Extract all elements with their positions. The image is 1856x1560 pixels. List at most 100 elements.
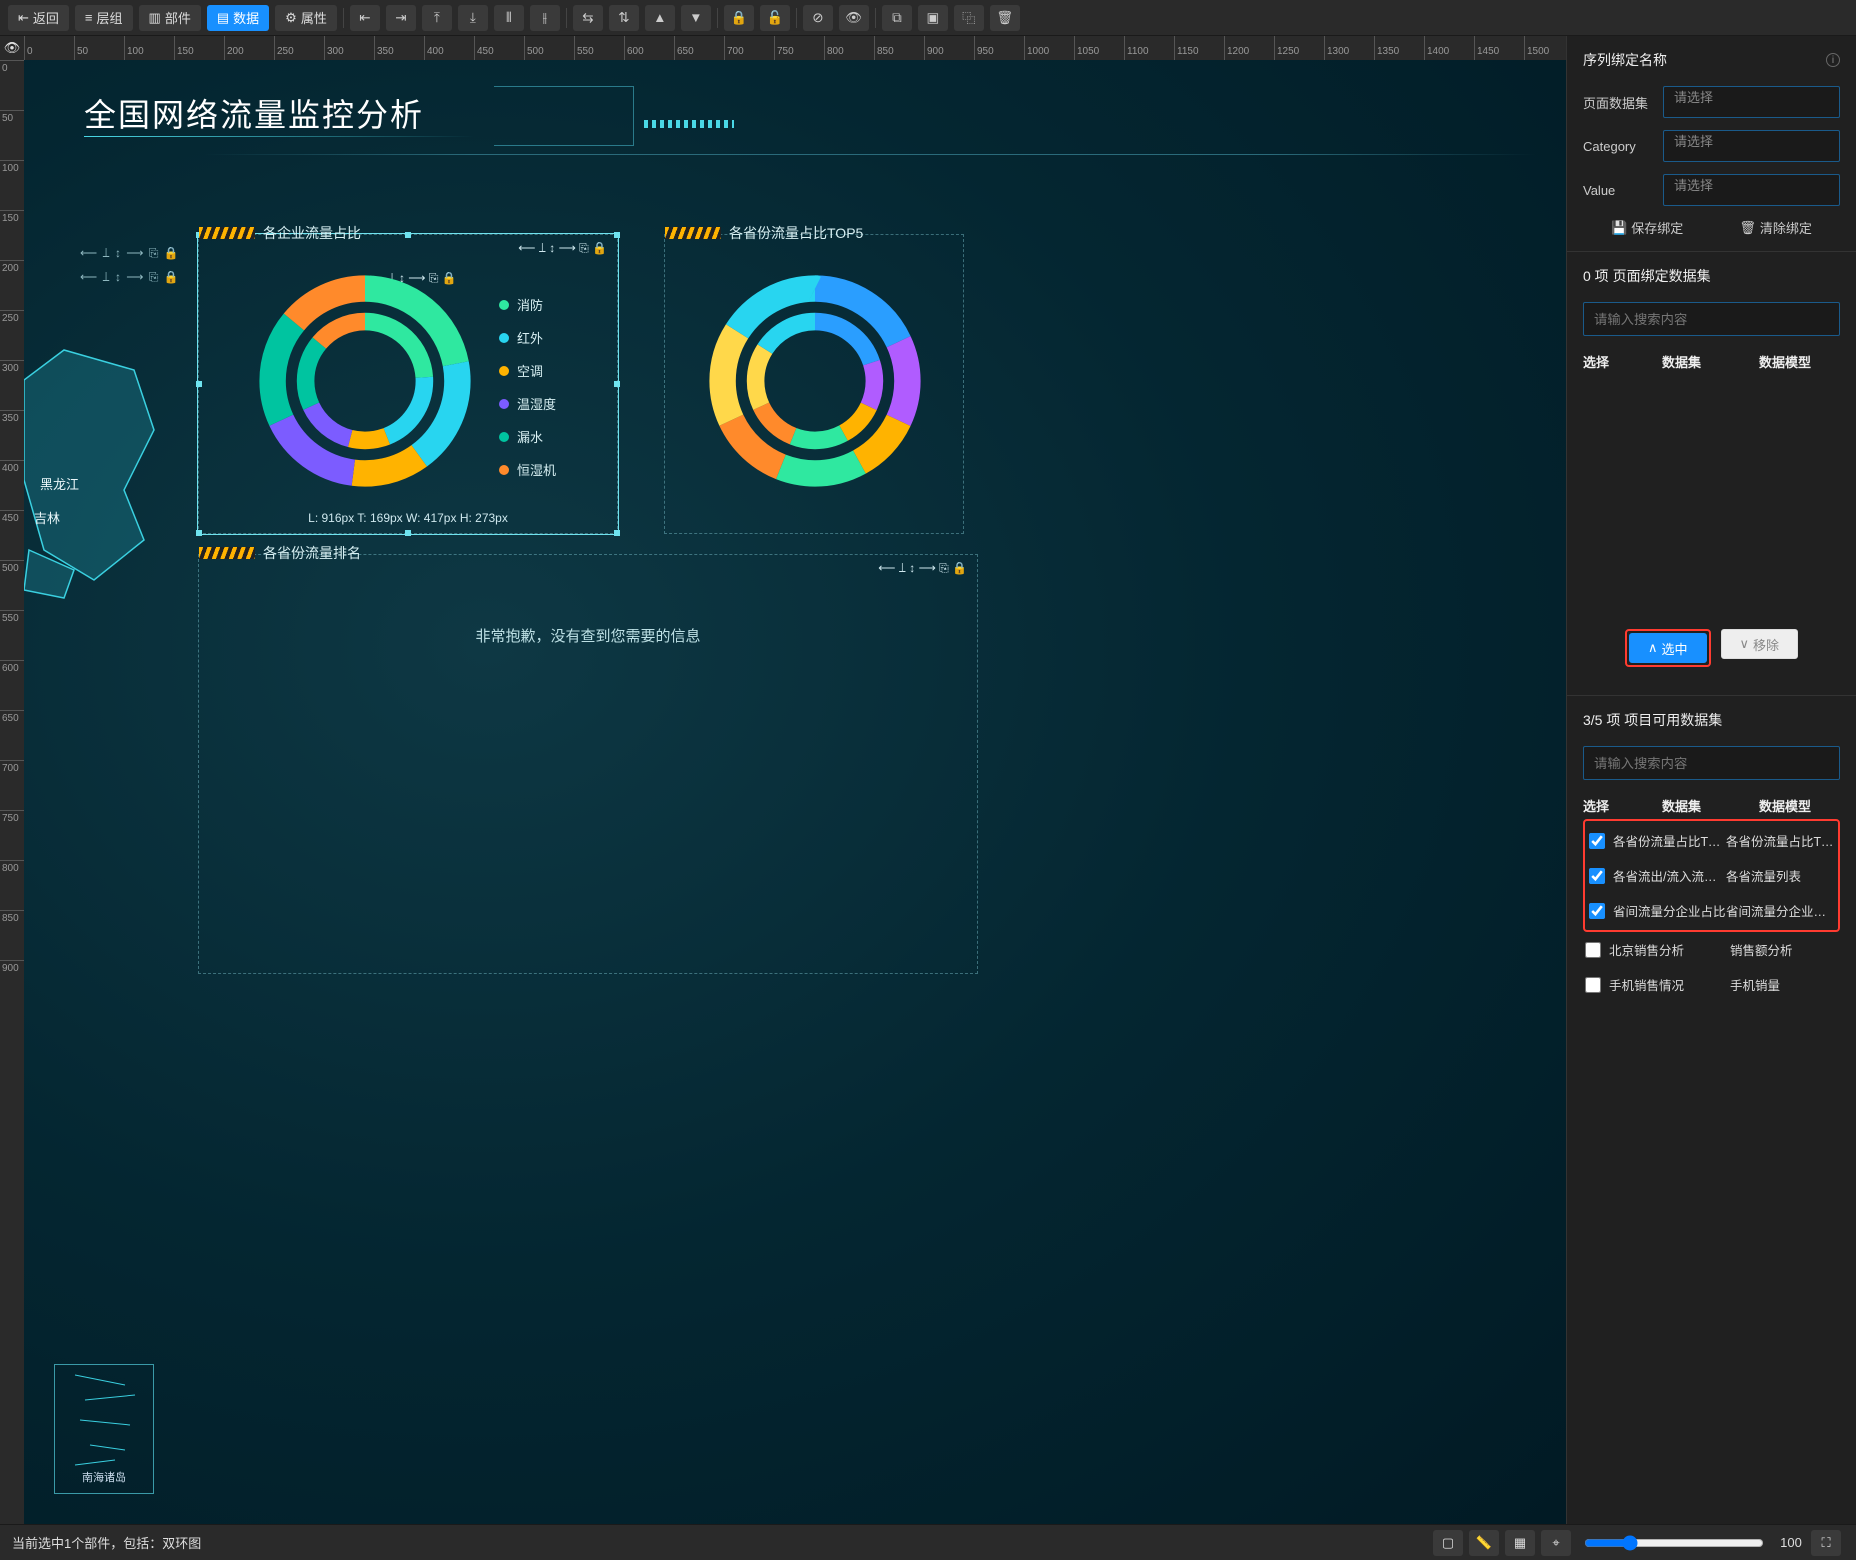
binding-section: 序列绑定名称 i 页面数据集 请选择 Category 请选择 Value 请选… bbox=[1567, 36, 1856, 252]
bound-datasets-section: 0 项 页面绑定数据集 选择 数据集 数据模型 ∧ 选中 ∨ 移除 bbox=[1567, 252, 1856, 696]
select-category[interactable]: 请选择 bbox=[1663, 130, 1840, 162]
right-panel: 序列绑定名称 i 页面数据集 请选择 Category 请选择 Value 请选… bbox=[1566, 36, 1856, 1524]
selection-status: 当前选中1个部件，包括：双环图 bbox=[12, 1533, 201, 1552]
dashboard-title: 全国网络流量监控分析 bbox=[84, 90, 424, 136]
info-icon[interactable]: i bbox=[1826, 53, 1840, 67]
ruler-corner: 👁 bbox=[0, 36, 24, 60]
align-vcenter-icon[interactable]: ⫲ bbox=[530, 5, 560, 31]
duplicate-icon[interactable]: ⿻ bbox=[954, 5, 984, 31]
dataset-checkbox[interactable] bbox=[1589, 833, 1605, 849]
properties-button[interactable]: ⚙属性 bbox=[275, 5, 337, 31]
chart-legend: 消防红外空调温湿度漏水恒湿机 bbox=[499, 295, 556, 493]
dataset-row[interactable]: 省间流量分企业占比省间流量分企业占比 bbox=[1587, 893, 1836, 928]
legend-item: 红外 bbox=[499, 328, 556, 347]
search-available-input[interactable] bbox=[1583, 746, 1840, 780]
donut-chart-top5[interactable] bbox=[705, 271, 925, 491]
components-button[interactable]: ▥部件 bbox=[139, 5, 201, 31]
dataset-checkbox[interactable] bbox=[1585, 977, 1601, 993]
panel-title: 各省份流量占比TOP5 bbox=[729, 223, 863, 243]
search-bound-input[interactable] bbox=[1583, 302, 1840, 336]
legend-item: 恒湿机 bbox=[499, 460, 556, 479]
distribute-h-icon[interactable]: ⇆ bbox=[573, 5, 603, 31]
stripes-icon bbox=[665, 227, 721, 239]
dataset-row[interactable]: 各省流出/流入流量...各省流量列表 bbox=[1587, 858, 1836, 893]
back-button[interactable]: ⇤返回 bbox=[8, 5, 69, 31]
dataset-row[interactable]: 各省份流量占比TOP5各省份流量占比TOP5 bbox=[1587, 823, 1836, 858]
field-label-category: Category bbox=[1583, 139, 1663, 154]
ruler-horizontal: 0501001502002503003504004505005506006507… bbox=[24, 36, 1566, 60]
bound-table-body bbox=[1583, 375, 1840, 615]
canvas-viewport[interactable]: 全国网络流量监控分析 ⟵ ⟘ ↕ ⟶ ⎘ 🔒 ⟵ ⟘ ↕ ⟶ ⎘ 🔒 黑龙江 吉… bbox=[24, 60, 1566, 1524]
lock-icon[interactable]: 🔒 bbox=[724, 5, 754, 31]
ruler-toggle-icon[interactable]: 📏 bbox=[1469, 1530, 1499, 1556]
ruler-vertical: 0501001502002503003504004505005506006507… bbox=[0, 60, 24, 1524]
align-left-icon[interactable]: ⇤ bbox=[350, 5, 380, 31]
available-datasets-section: 3/5 项 项目可用数据集 选择 数据集 数据模型 各省份流量占比TOP5各省份… bbox=[1567, 696, 1856, 1016]
align-bottom-icon[interactable]: ⤓ bbox=[458, 5, 488, 31]
panel-company-traffic[interactable]: 各企业流量占比 ⟵ ⟘ ↕ ⟶ ⎘ 🔒 ⟵ ⟘ ↕ ⟶ ⎘ 🔒 消防红外空调温湿… bbox=[198, 234, 618, 534]
unlock-icon[interactable]: 🔓 bbox=[760, 5, 790, 31]
map-fragment bbox=[24, 340, 164, 600]
field-label-page-dataset: 页面数据集 bbox=[1583, 93, 1663, 112]
panel-province-rank[interactable]: 各省份流量排名 ⟵ ⟘ ↕ ⟶ ⎘ 🔒 非常抱歉，没有查到您需要的信息 bbox=[198, 554, 978, 974]
hide-icon[interactable]: ⊘ bbox=[803, 5, 833, 31]
show-icon[interactable]: 👁 bbox=[839, 5, 869, 31]
dataset-row[interactable]: 手机销售情况手机销量 bbox=[1583, 967, 1840, 1002]
binding-title: 序列绑定名称 bbox=[1583, 50, 1667, 70]
zoom-value: 100 bbox=[1774, 1535, 1808, 1550]
fullscreen-icon[interactable]: ⛶ bbox=[1811, 1530, 1841, 1556]
delete-icon[interactable]: 🗑 bbox=[990, 5, 1020, 31]
align-top-icon[interactable]: ⤒ bbox=[422, 5, 452, 31]
inset-map-label: 南海诸岛 bbox=[55, 1469, 153, 1485]
remove-button[interactable]: ∨ 移除 bbox=[1721, 629, 1799, 659]
copy-icon[interactable]: ⧉ bbox=[882, 5, 912, 31]
panel-handles[interactable]: ⟵ ⟘ ↕ ⟶ ⎘ 🔒 bbox=[80, 270, 180, 285]
select-in-button[interactable]: ∧ 选中 bbox=[1629, 633, 1707, 663]
dimensions-label: L: 916px T: 169px W: 417px H: 273px bbox=[199, 511, 617, 525]
available-count-label: 3/5 项 项目可用数据集 bbox=[1583, 710, 1722, 730]
paste-icon[interactable]: ▣ bbox=[918, 5, 948, 31]
legend-item: 空调 bbox=[499, 361, 556, 380]
dataset-checkbox[interactable] bbox=[1585, 942, 1601, 958]
highlight-select-button: ∧ 选中 bbox=[1625, 629, 1711, 667]
grid-icon[interactable]: ▦ bbox=[1505, 1530, 1535, 1556]
panel-province-top5[interactable]: 各省份流量占比TOP5 bbox=[664, 234, 964, 534]
select-page-dataset[interactable]: 请选择 bbox=[1663, 86, 1840, 118]
canvas-shell: 👁 05010015020025030035040045050055060065… bbox=[0, 36, 1566, 1524]
donut-chart-company[interactable] bbox=[255, 271, 475, 491]
legend-item: 温湿度 bbox=[499, 394, 556, 413]
panel-title: 各企业流量占比 bbox=[263, 223, 361, 243]
top-toolbar: ⇤返回 ≡层组 ▥部件 ▤数据 ⚙属性 ⇤ ⇥ ⤒ ⤓ ⫴ ⫲ ⇆ ⇅ ▲ ▼ … bbox=[0, 0, 1856, 36]
align-right-icon[interactable]: ⇥ bbox=[386, 5, 416, 31]
panel-handles[interactable]: ⟵ ⟘ ↕ ⟶ ⎘ 🔒 bbox=[80, 246, 180, 261]
snap-icon[interactable]: ⌖ bbox=[1541, 1530, 1571, 1556]
dataset-checkbox[interactable] bbox=[1589, 903, 1605, 919]
data-button[interactable]: ▤数据 bbox=[207, 5, 269, 31]
empty-message: 非常抱歉，没有查到您需要的信息 bbox=[199, 625, 977, 646]
selection-handles[interactable]: ⟵ ⟘ ↕ ⟶ ⎘ 🔒 bbox=[518, 241, 607, 256]
distribute-v-icon[interactable]: ⇅ bbox=[609, 5, 639, 31]
highlighted-dataset-group: 各省份流量占比TOP5各省份流量占比TOP5各省流出/流入流量...各省流量列表… bbox=[1583, 819, 1840, 932]
stripes-icon bbox=[199, 547, 255, 559]
dataset-row[interactable]: 北京销售分析销售额分析 bbox=[1583, 932, 1840, 967]
map-label-jilin: 吉林 bbox=[34, 508, 60, 527]
available-list-wrap: 各省份流量占比TOP5各省份流量占比TOP5各省流出/流入流量...各省流量列表… bbox=[1583, 819, 1840, 1002]
dataset-checkbox[interactable] bbox=[1589, 868, 1605, 884]
layers-button[interactable]: ≡层组 bbox=[75, 5, 133, 31]
zoom-slider[interactable] bbox=[1584, 1535, 1764, 1551]
fit-icon[interactable]: ▢ bbox=[1433, 1530, 1463, 1556]
clear-binding-button[interactable]: 🗑 清除绑定 bbox=[1739, 218, 1812, 237]
send-back-icon[interactable]: ▼ bbox=[681, 5, 711, 31]
map-label-heilongjiang: 黑龙江 bbox=[40, 474, 79, 493]
align-hcenter-icon[interactable]: ⫴ bbox=[494, 5, 524, 31]
legend-item: 漏水 bbox=[499, 427, 556, 446]
status-bar: 当前选中1个部件，包括：双环图 ▢ 📏 ▦ ⌖ 100 ⛶ bbox=[0, 1524, 1856, 1560]
select-value[interactable]: 请选择 bbox=[1663, 174, 1840, 206]
bring-front-icon[interactable]: ▲ bbox=[645, 5, 675, 31]
inset-map[interactable]: 南海诸岛 bbox=[54, 1364, 154, 1494]
eye-icon: 👁 bbox=[4, 40, 21, 56]
panel-handles[interactable]: ⟵ ⟘ ↕ ⟶ ⎘ 🔒 bbox=[878, 561, 967, 576]
legend-item: 消防 bbox=[499, 295, 556, 314]
save-binding-button[interactable]: 💾 保存绑定 bbox=[1611, 218, 1683, 237]
field-label-value: Value bbox=[1583, 183, 1663, 198]
